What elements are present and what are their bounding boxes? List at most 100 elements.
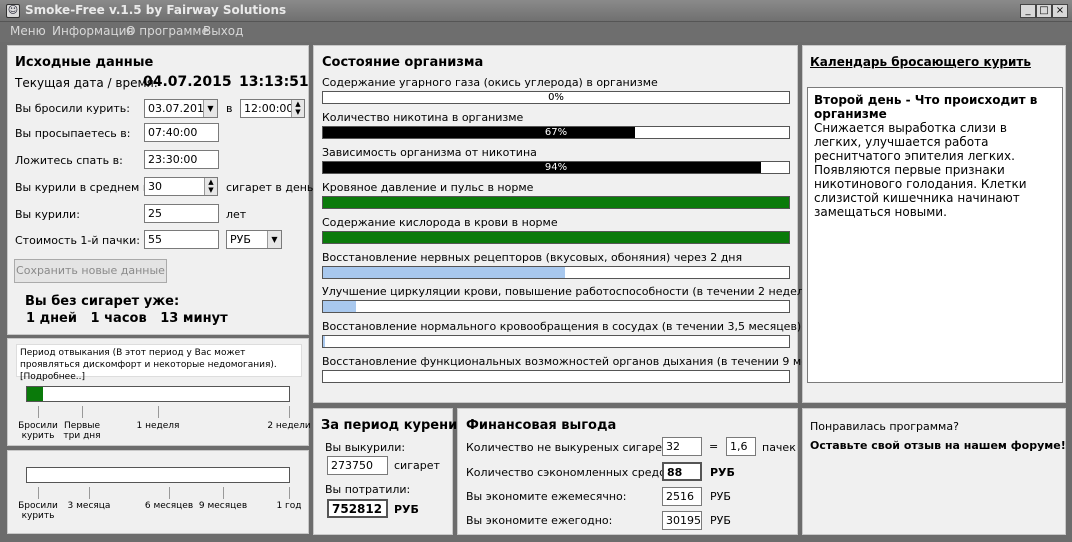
yearly-label: Вы экономите ежегодно: — [466, 514, 613, 527]
organism-progress-fill — [323, 197, 789, 208]
monthly-value: 2516 — [662, 487, 702, 506]
spent-label: Вы потратили: — [325, 483, 411, 496]
organism-heading: Состояние организма — [322, 55, 484, 70]
withdrawal-progress-bar — [26, 386, 290, 402]
quit-label: Вы бросили курить: — [15, 102, 130, 115]
not-smoked-value: 32 — [662, 437, 702, 456]
quit-date-picker[interactable]: 03.07.2015 ▼ — [144, 99, 218, 118]
time-spinner-icon[interactable]: ▲ ▼ — [291, 100, 304, 117]
withdrawal-info-text[interactable]: Период отвыкания (В этот период у Вас мо… — [16, 344, 302, 382]
monthly-label: Вы экономите ежемесячно: — [466, 490, 627, 503]
organism-progress-bar: 67% — [322, 126, 790, 139]
sleep-time-field[interactable]: 23:30:00 — [144, 150, 219, 169]
period-heading: За период курения — [321, 418, 466, 433]
avg-cigarettes-stepper[interactable]: 30 ▲ ▼ — [144, 177, 218, 196]
finance-panel: Финансовая выгода Количество не выкурены… — [457, 408, 798, 535]
organism-bar-label: Улучшение циркуляции крови, повышение ра… — [322, 285, 815, 298]
scale-tick — [89, 487, 90, 499]
saved-unit: РУБ — [710, 466, 735, 479]
organism-progress-text: 67% — [544, 127, 568, 138]
organism-bar-label: Кровяное давление и пульс в норме — [322, 181, 534, 194]
menu-item-info[interactable]: Информация — [52, 24, 134, 38]
avg-label: Вы курили в среднем по: — [15, 181, 161, 194]
avg-unit: сигарет в день — [226, 181, 314, 194]
feedback-panel: Понравилась программа? Оставьте свой отз… — [802, 408, 1066, 535]
scale-tick-label: 6 месяцев — [144, 501, 194, 511]
without-cigarettes-value: 1 дней 1 часов 13 минут — [26, 311, 228, 326]
wake-time-field[interactable]: 07:40:00 — [144, 123, 219, 142]
equals-sign: = — [709, 440, 719, 453]
smoke-app-icon[interactable]: ☺ — [6, 4, 20, 18]
organism-progress-text: 0% — [548, 92, 564, 103]
scale-tick-label: 9 месяцев — [198, 501, 248, 511]
quit-time-value: 12:00:00 — [244, 102, 294, 115]
pack-cost-field[interactable]: 55 — [144, 230, 219, 249]
menu-item-menu[interactable]: Меню — [10, 24, 46, 38]
scale-tick — [223, 487, 224, 499]
smoked-label: Вы выкурили: — [325, 441, 406, 454]
calendar-link[interactable]: Календарь бросающего курить — [810, 55, 1031, 69]
smoking-period-panel: За период курения Вы выкурили: 273750 си… — [313, 408, 466, 535]
organism-progress-fill — [323, 301, 356, 312]
scale-tick-label: Первые три дня — [63, 421, 101, 441]
years-field[interactable]: 25 — [144, 204, 219, 223]
calendar-text-box[interactable]: Второй день - Что происходит в организме… — [807, 87, 1063, 383]
organism-bar-label: Восстановление функциональных возможност… — [322, 355, 846, 368]
organism-bar-label: Содержание кислорода в крови в норме — [322, 216, 558, 229]
menu-bar: Меню Информация О программе Выход — [0, 22, 1072, 42]
organism-bar-label: Зависимость организма от никотина — [322, 146, 537, 159]
organism-progress-fill — [323, 267, 565, 278]
wake-label: Вы просыпаетесь в: — [15, 127, 131, 140]
initial-data-heading: Исходные данные — [15, 55, 154, 70]
chevron-down-icon[interactable]: ▼ — [267, 231, 281, 248]
save-data-button[interactable]: Сохранить новые данные — [14, 259, 167, 283]
organism-progress-bar — [322, 370, 790, 383]
monthly-unit: РУБ — [710, 490, 731, 503]
organism-bar-label: Восстановление нормального кровообращени… — [322, 320, 802, 333]
minimize-icon[interactable]: _ — [1020, 4, 1036, 18]
smoked-value: 273750 — [327, 456, 388, 475]
scale-tick — [158, 406, 159, 418]
organism-progress-bar — [322, 231, 790, 244]
quit-date-value: 03.07.2015 — [148, 102, 211, 115]
title-bar[interactable]: ☺ Smoke-Free v.1.5 by Fairway Solutions … — [0, 0, 1072, 22]
sleep-label: Ложитесь спать в: — [15, 154, 123, 167]
scale-tick — [289, 487, 290, 499]
spent-value: 752812 — [327, 499, 388, 518]
year-scale-panel: Бросили курить 3 месяца 6 месяцев 9 месяцев… — [7, 450, 309, 534]
withdrawal-panel: Период отвыкания (В этот период у Вас мо… — [7, 338, 311, 446]
close-icon[interactable]: × — [1052, 4, 1068, 18]
smoked-unit: сигарет — [394, 459, 440, 472]
quit-in-label: в — [226, 102, 233, 115]
calendar-panel: Календарь бросающего курить Второй день … — [802, 45, 1066, 403]
organism-progress-text: 94% — [544, 162, 568, 173]
yearly-value: 30195 — [662, 511, 702, 530]
organism-progress-bar — [322, 266, 790, 279]
spent-unit: РУБ — [394, 503, 419, 516]
menu-item-exit[interactable]: Выход — [203, 24, 243, 38]
organism-progress-bar — [322, 196, 790, 209]
currency-value: РУБ — [230, 233, 251, 246]
without-cigarettes-label: Вы без сигарет уже: — [25, 294, 180, 309]
chevron-down-icon[interactable]: ▼ — [203, 100, 217, 117]
not-smoked-label: Количество не выкуреных сигарет: — [466, 441, 673, 454]
forum-link[interactable]: Оставьте свой отзыв на нашем форуме! — [810, 439, 1066, 452]
year-progress-bar — [26, 467, 290, 483]
scale-tick — [38, 487, 39, 499]
organism-progress-bar — [322, 300, 790, 313]
scale-tick-label: 2 недели — [267, 421, 311, 431]
organism-bar-label: Количество никотина в организме — [322, 111, 524, 124]
stepper-icon[interactable]: ▲ ▼ — [204, 178, 217, 195]
scale-tick-label: 1 неделя — [136, 421, 180, 431]
organism-bar-label: Содержание угарного газа (окись углерода… — [322, 76, 658, 89]
scale-tick — [289, 406, 290, 418]
maximize-icon[interactable]: □ — [1036, 4, 1052, 18]
packs-unit: пачек — [762, 441, 796, 454]
organism-progress-fill — [323, 232, 789, 243]
quit-time-field[interactable]: 12:00:00 ▲ ▼ — [240, 99, 305, 118]
organism-panel: Состояние организма Содержание угарного … — [313, 45, 846, 403]
scale-tick — [38, 406, 39, 418]
menu-item-about[interactable]: О программе — [126, 24, 209, 38]
withdrawal-progress-fill — [27, 387, 43, 401]
currency-select[interactable]: РУБ ▼ — [226, 230, 282, 249]
